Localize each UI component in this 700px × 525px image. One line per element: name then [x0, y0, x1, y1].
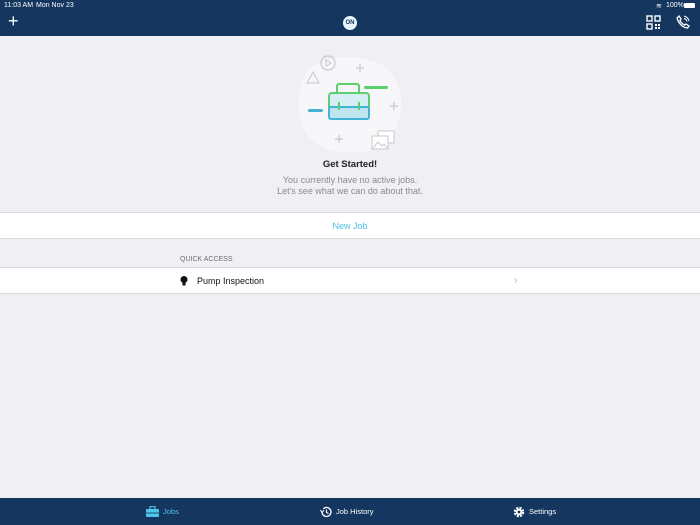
phone-call-icon[interactable]	[676, 15, 690, 29]
wifi-icon: ≋	[656, 3, 662, 10]
empty-state-line-2: Let's see what we can do about that.	[277, 186, 423, 196]
lightbulb-icon	[180, 276, 188, 286]
quick-access-item-pump-inspection[interactable]: Pump Inspection ›	[0, 267, 700, 294]
new-job-button[interactable]: New Job	[0, 212, 700, 239]
tab-jobs[interactable]: Jobs	[146, 498, 179, 525]
history-icon	[320, 506, 332, 517]
status-date: Mon Nov 23	[36, 2, 74, 9]
app-logo: ON	[343, 16, 357, 30]
battery-icon	[684, 3, 695, 8]
tab-label: Job History	[336, 507, 374, 516]
empty-state-title: Get Started!	[322, 159, 378, 170]
status-time: 11:03 AM	[4, 2, 34, 9]
gear-icon	[513, 506, 525, 517]
chevron-right-icon: ›	[514, 275, 518, 286]
battery-percent: 100%	[666, 2, 684, 9]
quick-access-item-label: Pump Inspection	[197, 276, 265, 286]
tab-label: Settings	[529, 507, 557, 516]
top-bar: 11:03 AM Mon Nov 23 ≋ 100% + ON	[0, 0, 700, 36]
toolbox-icon	[146, 506, 159, 517]
toolbox-illustration	[298, 55, 402, 153]
tab-job-history[interactable]: Job History	[320, 498, 374, 525]
empty-state-line-1: You currently have no active jobs.	[282, 175, 418, 185]
add-icon[interactable]: +	[8, 12, 19, 30]
quick-access-header: QUICK ACCESS	[180, 256, 233, 263]
qr-code-icon[interactable]	[646, 15, 661, 30]
tab-bar: Jobs Job History Settings	[0, 498, 700, 525]
tab-settings[interactable]: Settings	[513, 498, 556, 525]
tab-label: Jobs	[163, 507, 179, 516]
